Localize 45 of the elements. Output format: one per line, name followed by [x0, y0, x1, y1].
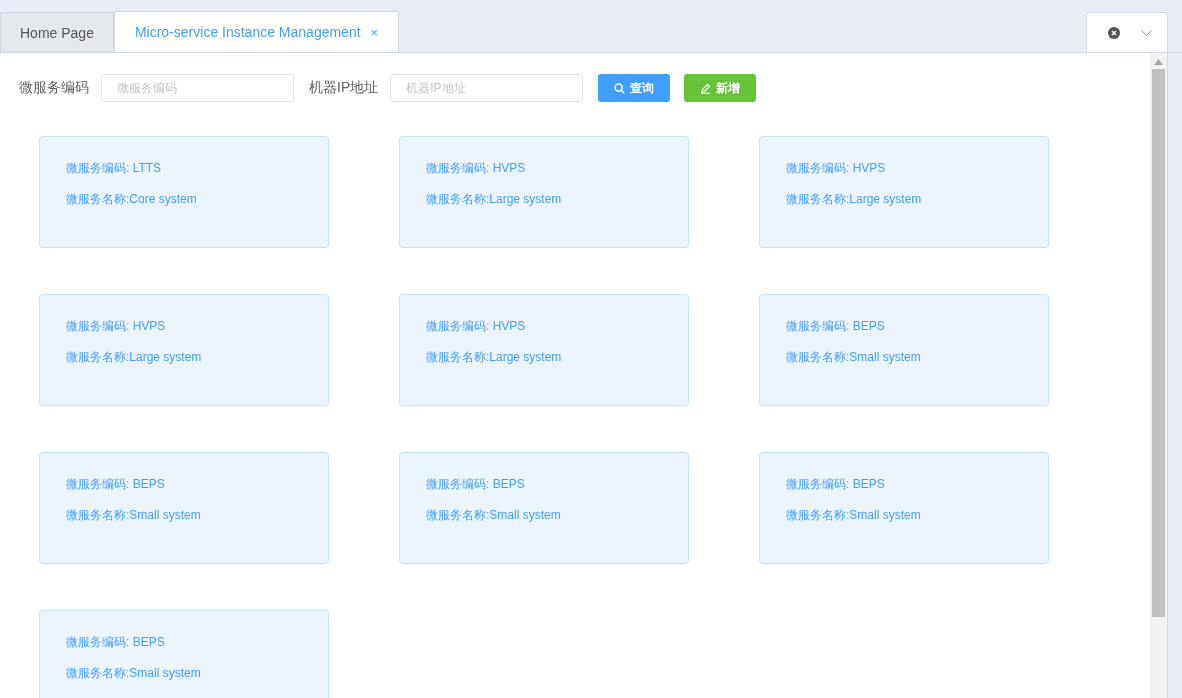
service-code: 微服务编码: BEPS	[66, 634, 166, 651]
pencil-icon	[700, 82, 712, 94]
tab[interactable]: Home Page	[0, 12, 114, 52]
service-card[interactable]: 微服务编码: HVPS 微服务名称:Large system	[759, 136, 1049, 248]
service-name: 微服务名称:Large system	[66, 349, 203, 366]
service-name: 微服务名称:Small system	[426, 507, 562, 524]
service-name: 微服务名称:Small system	[786, 349, 922, 366]
service-card[interactable]: 微服务编码: BEPS 微服务名称:Small system	[39, 452, 329, 564]
service-code: 微服务编码: BEPS	[786, 476, 886, 493]
field-label: 机器IP地址	[309, 79, 379, 97]
service-name: 微服务名称:Small system	[66, 507, 202, 524]
service-code: 微服务编码: HVPS	[786, 160, 887, 177]
service-code: 微服务编码: HVPS	[426, 318, 527, 335]
service-code: 微服务编码: BEPS	[786, 318, 886, 335]
service-code: 微服务编码: BEPS	[426, 476, 526, 493]
chevron-down-icon[interactable]	[1141, 29, 1153, 36]
service-name: 微服务名称:Large system	[426, 349, 563, 366]
search-icon	[614, 82, 626, 94]
service-code: 微服务编码: HVPS	[66, 318, 167, 335]
service-card[interactable]: 微服务编码: BEPS 微服务名称:Small system	[759, 452, 1049, 564]
service-code: 微服务编码: HVPS	[426, 160, 527, 177]
service-card[interactable]: 微服务编码: BEPS 微服务名称:Small system	[399, 452, 689, 564]
add-button[interactable]: 新增	[684, 74, 757, 102]
service-card[interactable]: 微服务编码: HVPS 微服务名称:Large system	[399, 294, 689, 406]
service-code: 微服务编码: BEPS	[66, 476, 166, 493]
search-button[interactable]: 查询	[598, 74, 671, 102]
tab[interactable]: Micro-service Instance Management ×	[113, 11, 400, 52]
scrollbar[interactable]	[1150, 53, 1167, 698]
scroll-up-icon[interactable]	[1154, 59, 1163, 65]
field-label: 微服务编码	[19, 79, 89, 97]
service-name: 微服务名称:Large system	[786, 191, 923, 208]
service-card[interactable]: 微服务编码: BEPS 微服务名称:Small system	[759, 294, 1049, 406]
close-icon[interactable]	[1107, 26, 1120, 39]
scroll-thumb[interactable]	[1152, 69, 1165, 617]
service-name: 微服务名称:Small system	[66, 665, 202, 682]
service-card[interactable]: 微服务编码: LTTS 微服务名称:Core system	[39, 136, 329, 248]
service-name: 微服务名称:Core system	[66, 191, 198, 208]
service-name: 微服务名称:Small system	[786, 507, 922, 524]
service-card[interactable]: 微服务编码: HVPS 微服务名称:Large system	[399, 136, 689, 248]
service-card[interactable]: 微服务编码: BEPS 微服务名称:Small system	[39, 610, 329, 698]
close-icon[interactable]: ×	[370, 24, 379, 40]
input-field[interactable]: 机器IP地址	[390, 74, 584, 102]
service-name: 微服务名称:Large system	[426, 191, 563, 208]
service-card[interactable]: 微服务编码: HVPS 微服务名称:Large system	[39, 294, 329, 406]
service-code: 微服务编码: LTTS	[66, 160, 163, 177]
